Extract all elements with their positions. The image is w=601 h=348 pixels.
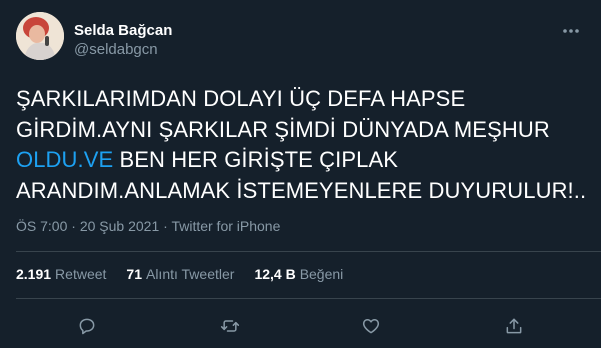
reply-icon[interactable]	[73, 312, 101, 340]
retweet-count: 2.191	[16, 266, 52, 282]
display-name[interactable]: Selda Bağcan	[74, 22, 172, 40]
like-label: Beğeni	[299, 266, 344, 282]
avatar-image	[16, 12, 64, 60]
meta-separator: ·	[71, 218, 76, 234]
tweet-text: ŞARKILARIMDAN DOLAYI ÜÇ DEFA HAPSE GİRDİ…	[16, 84, 588, 206]
tweet-source[interactable]: Twitter for iPhone	[171, 218, 280, 234]
meta-separator: ·	[163, 218, 168, 234]
tweet-time[interactable]: ÖS 7:00	[16, 218, 67, 234]
tweet-stats: 2.191 Retweet 71 Alıntı Tweetler 12,4 B Beğ…	[16, 266, 343, 282]
tweet-date[interactable]: 20 Şub 2021	[80, 218, 159, 234]
author-names: Selda Bağcan @seldabgcn	[74, 22, 172, 60]
tweet-link[interactable]: OLDU.VE	[16, 147, 113, 172]
like-stat[interactable]: 12,4 B Beğeni	[254, 266, 343, 282]
tweet-text-part: ŞARKILARIMDAN DOLAYI ÜÇ DEFA HAPSE GİRDİ…	[16, 86, 550, 142]
quote-label: Alıntı Tweetler	[145, 266, 235, 282]
quote-stat[interactable]: 71 Alıntı Tweetler	[126, 266, 234, 282]
tweet-meta: ÖS 7:00 · 20 Şub 2021 · Twitter for iPho…	[16, 218, 280, 234]
divider	[16, 251, 601, 252]
handle[interactable]: @seldabgcn	[74, 40, 172, 60]
like-count: 12,4 B	[254, 266, 296, 282]
retweet-stat[interactable]: 2.191 Retweet	[16, 266, 106, 282]
retweet-label: Retweet	[55, 266, 107, 282]
more-horizontal-icon[interactable]	[557, 20, 585, 42]
tweet-header: Selda Bağcan @seldabgcn	[16, 12, 585, 64]
avatar[interactable]	[16, 12, 64, 60]
tweet-actions	[0, 312, 601, 340]
retweet-icon[interactable]	[216, 312, 244, 340]
heart-icon[interactable]	[357, 312, 385, 340]
quote-count: 71	[126, 266, 142, 282]
divider	[16, 298, 601, 299]
share-icon[interactable]	[500, 312, 528, 340]
